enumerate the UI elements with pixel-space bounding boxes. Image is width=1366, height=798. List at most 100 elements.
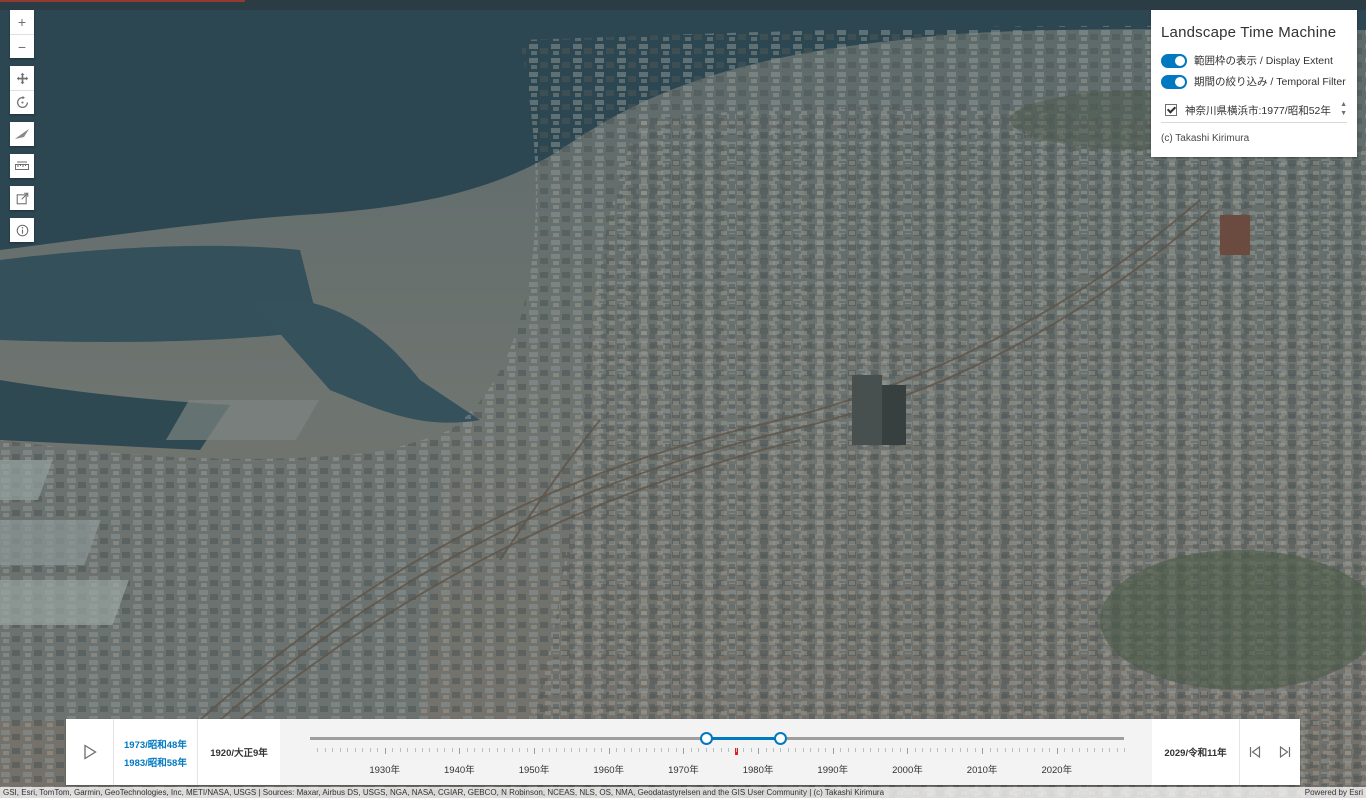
slider-tick xyxy=(429,748,431,752)
compass-button[interactable] xyxy=(10,122,34,146)
slider-tick xyxy=(1011,748,1013,752)
zoom-in-button[interactable]: + xyxy=(10,10,34,34)
slider-tick xyxy=(705,748,707,752)
slider-tick xyxy=(354,748,356,752)
slider-tick xyxy=(787,748,789,752)
slider-tick xyxy=(795,748,797,752)
slider-max-label: 2029/令和11年 xyxy=(1152,719,1240,785)
slider-tick xyxy=(982,748,984,754)
pan-button[interactable] xyxy=(10,66,34,90)
slider-tick xyxy=(944,748,946,752)
slider-tick xyxy=(377,748,379,752)
slider-tick xyxy=(1019,748,1021,752)
slider-tick xyxy=(631,748,633,752)
range-start-label: 1973/昭和48年 xyxy=(124,740,187,751)
previous-button[interactable] xyxy=(1240,719,1270,785)
slider-tick xyxy=(832,748,834,754)
temporal-filter-label: 期間の絞り込み / Temporal Filter xyxy=(1194,76,1346,88)
layer-panel: Landscape Time Machine 範囲枠の表示 / Display … xyxy=(1151,10,1357,157)
slider-tick xyxy=(840,748,842,752)
slider-tick xyxy=(952,748,954,752)
slider-tick xyxy=(362,748,364,752)
slider-tick xyxy=(339,748,341,752)
display-extent-toggle-row[interactable]: 範囲枠の表示 / Display Extent xyxy=(1161,50,1347,71)
layer-scroll-arrows[interactable]: ▲ ▼ xyxy=(1340,100,1347,118)
slider-min-label: 1920/大正9年 xyxy=(210,748,268,759)
slider-tick xyxy=(1034,748,1036,752)
display-extent-switch[interactable] xyxy=(1161,53,1187,68)
slider-tick xyxy=(1026,748,1028,752)
slider-tick xyxy=(1004,748,1006,752)
attribution-text: GSI, Esri, TomTom, Garmin, GeoTechnologi… xyxy=(3,788,885,797)
time-slider: 1973/昭和48年 1983/昭和58年 1920/大正9年 1930年 194… xyxy=(66,719,1300,785)
layer-list[interactable]: 神奈川県横浜市:1977/昭和52年 ▲ ▼ xyxy=(1161,98,1347,123)
layer-checkbox[interactable] xyxy=(1165,104,1177,116)
share-button[interactable] xyxy=(10,186,34,210)
temporal-filter-toggle-row[interactable]: 期間の絞り込み / Temporal Filter xyxy=(1161,71,1347,92)
slider-tick xyxy=(563,748,565,752)
zoom-out-button[interactable]: − xyxy=(10,34,34,58)
play-button[interactable] xyxy=(66,719,114,785)
slider-tick xyxy=(937,748,939,752)
previous-icon xyxy=(1249,746,1261,758)
measure-button[interactable] xyxy=(10,154,34,178)
slider-tick xyxy=(436,748,438,752)
slider-tick xyxy=(817,748,819,752)
slider-tick xyxy=(847,748,849,752)
slider-tick xyxy=(683,748,685,754)
slider-tick xyxy=(511,748,513,752)
slider-tick xyxy=(765,748,767,752)
slider-tick xyxy=(1071,748,1073,752)
slider-tick xyxy=(548,748,550,752)
slider-tick xyxy=(959,748,961,752)
slider-tick xyxy=(496,748,498,752)
next-icon xyxy=(1279,746,1291,758)
slider-tick xyxy=(929,748,931,752)
panel-title: Landscape Time Machine xyxy=(1161,24,1337,41)
slider-tick xyxy=(519,748,521,752)
slider-tick xyxy=(616,748,618,752)
slider-tick xyxy=(899,748,901,752)
info-button[interactable] xyxy=(10,218,34,242)
slider-tick xyxy=(713,748,715,752)
slider-tick xyxy=(623,748,625,752)
slider-tick xyxy=(451,748,453,752)
slider-tick xyxy=(392,748,394,752)
slider-tick xyxy=(332,748,334,752)
slider-selected-range[interactable] xyxy=(705,737,781,740)
slider-tick xyxy=(1086,748,1088,752)
rotate-button[interactable] xyxy=(10,90,34,114)
zoom-controls: + − xyxy=(10,10,34,58)
slider-tick xyxy=(407,748,409,752)
slider-tick xyxy=(646,748,648,752)
slider-tick xyxy=(743,748,745,752)
slider-track-area[interactable]: 1930年 1940年 1950年 1960年 1970年 1980年 1990年 2000年… xyxy=(280,719,1152,785)
slider-tick xyxy=(541,748,543,752)
slider-tick xyxy=(997,748,999,752)
navigation-controls xyxy=(10,66,34,114)
slider-tick-label: 1980年 xyxy=(742,765,774,776)
map-toolbar: + − xyxy=(10,10,34,250)
temporal-filter-switch[interactable] xyxy=(1161,74,1187,89)
powered-by-esri[interactable]: Powered by Esri xyxy=(1305,787,1363,798)
slider-tick xyxy=(690,748,692,752)
slider-tick xyxy=(974,748,976,752)
next-button[interactable] xyxy=(1270,719,1300,785)
pan-icon xyxy=(16,72,28,84)
slider-tick xyxy=(1041,748,1043,752)
slider-end-thumb[interactable] xyxy=(774,732,788,745)
slider-tick xyxy=(967,748,969,752)
slider-tick xyxy=(802,748,804,752)
slider-tick xyxy=(914,748,916,752)
current-time-extent: 1973/昭和48年 1983/昭和58年 xyxy=(114,719,198,785)
slider-tick xyxy=(1094,748,1096,752)
slider-tick xyxy=(414,748,416,752)
slider-tick xyxy=(720,748,722,752)
panel-credit: (c) Takashi Kirimura xyxy=(1161,133,1250,144)
slider-tick xyxy=(369,748,371,752)
slider-tick xyxy=(534,748,536,754)
slider-start-thumb[interactable] xyxy=(699,732,713,745)
slider-tick xyxy=(810,748,812,752)
slider-tick-label: 1940年 xyxy=(444,765,475,776)
slider-tick-label: 1950年 xyxy=(518,765,550,776)
